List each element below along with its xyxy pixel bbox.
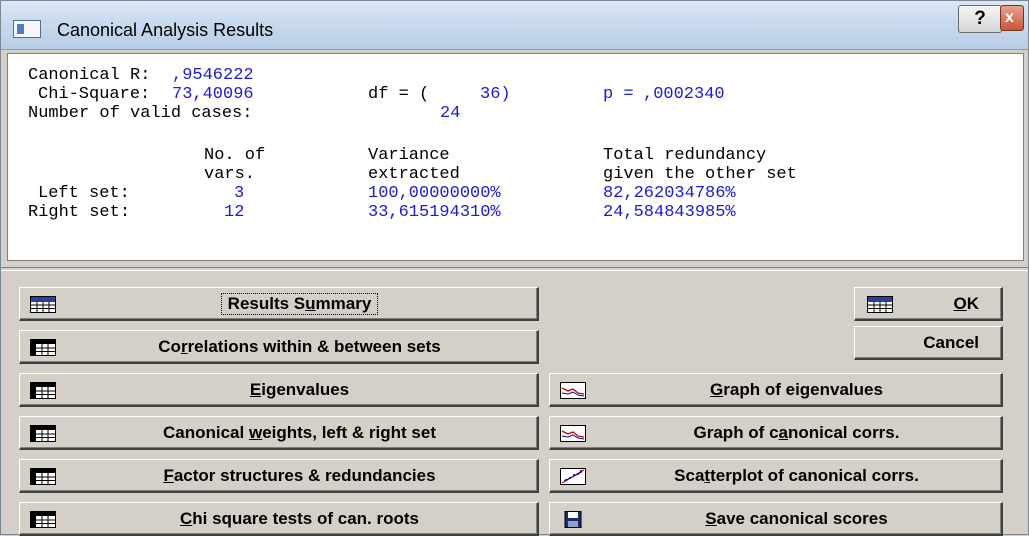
chi-square-value: 73,40096 [172, 85, 254, 104]
spreadsheet-icon [30, 339, 56, 356]
ok-accel: O [953, 293, 967, 313]
graph-canonical-corrs-label: Graph of c [693, 422, 779, 442]
title-bar: Canonical Analysis Results ? x [1, 1, 1028, 50]
df-value: 36) [480, 85, 511, 104]
spreadsheet-icon [30, 382, 56, 399]
graph-eigenvalues-label-rest: raph of eigenvalues [723, 379, 883, 399]
results-summary-label: Results S [227, 293, 306, 313]
right-set-variance: 33,615194310% [368, 203, 501, 222]
p-label: p = [603, 85, 634, 104]
chi-square-tests-accel: C [179, 508, 193, 528]
correlations-button[interactable]: Correlations within & between sets [19, 330, 539, 364]
left-set-vars: 3 [234, 184, 245, 203]
correlations-accel: r [180, 336, 188, 356]
scatterplot-label: Sca [674, 465, 705, 485]
factor-structures-label-rest: actor structures & redundancies [173, 465, 436, 485]
close-button[interactable]: x [1000, 5, 1024, 31]
chi-square-label: Chi-Square: [38, 85, 151, 104]
floppy-disk-icon [564, 511, 582, 528]
canonical-r-value: ,9546222 [172, 66, 254, 85]
factor-structures-accel: F [163, 465, 174, 485]
header-variance-1: Variance [368, 146, 450, 165]
header-redundancy-2: given the other set [603, 165, 797, 184]
scatterplot-icon [560, 468, 586, 485]
header-redundancy-1: Total redundancy [603, 146, 767, 165]
valid-cases-label: Number of valid cases: [28, 104, 253, 123]
header-vars-1: No. of [204, 146, 266, 165]
line-graph-icon [560, 425, 586, 442]
valid-cases-value: 24 [440, 104, 461, 123]
header-variance-2: extracted [368, 165, 460, 184]
chi-square-tests-button[interactable]: Chi square tests of can. roots [19, 502, 539, 536]
graph-canonical-corrs-label-rest: nonical corrs. [788, 422, 900, 442]
chi-square-tests-label-rest: hi square tests of can. roots [192, 508, 419, 528]
divider [1, 267, 1028, 271]
ok-button[interactable]: OK [854, 287, 1003, 321]
window-app-icon [13, 20, 41, 38]
canonical-weights-label-rest: eights, left & right set [262, 422, 436, 442]
canonical-weights-accel: w [248, 422, 263, 442]
eigenvalues-accel: E [249, 379, 262, 399]
save-scores-accel: S [705, 508, 717, 528]
save-scores-button[interactable]: Save canonical scores [549, 502, 1003, 536]
header-vars-2: vars. [204, 165, 256, 184]
ok-label-rest: K [966, 293, 979, 313]
correlations-label: Co [158, 336, 181, 356]
scatterplot-button[interactable]: Scatterplot of canonical corrs. [549, 459, 1003, 493]
left-set-label: Left set: [38, 184, 130, 203]
left-set-variance: 100,00000000% [368, 184, 501, 203]
right-set-vars: 12 [224, 203, 245, 222]
save-scores-label-rest: ave canonical scores [716, 508, 888, 528]
summary-grid-icon [30, 296, 56, 313]
right-set-redundancy: 24,584843985% [603, 203, 736, 222]
df-label: df = ( [368, 85, 430, 104]
help-button[interactable]: ? [958, 5, 1002, 33]
spreadsheet-icon [30, 511, 56, 528]
graph-canonical-corrs-button[interactable]: Graph of canonical corrs. [549, 416, 1003, 450]
window-title: Canonical Analysis Results [57, 20, 274, 40]
line-graph-icon [560, 382, 586, 399]
canonical-r-label: Canonical R: [28, 66, 151, 85]
factor-structures-button[interactable]: Factor structures & redundancies [19, 459, 539, 493]
results-text-pane: Canonical R: ,9546222 Chi-Square: 73,400… [7, 53, 1024, 261]
results-summary-accel: u [305, 293, 316, 313]
right-set-label: Right set: [28, 203, 131, 222]
cancel-label: Cancel [923, 332, 979, 352]
eigenvalues-button[interactable]: Eigenvalues [19, 373, 539, 407]
canonical-results-window: Canonical Analysis Results ? x Canonical… [0, 0, 1029, 536]
spreadsheet-icon [30, 468, 56, 485]
canonical-weights-label: Canonical [163, 422, 249, 442]
graph-eigenvalues-button[interactable]: Graph of eigenvalues [549, 373, 1003, 407]
graph-canonical-corrs-accel: a [778, 422, 788, 442]
p-value: ,0002340 [643, 85, 725, 104]
results-summary-button[interactable]: Results Summary [19, 287, 539, 321]
graph-eigenvalues-accel: G [710, 379, 724, 399]
correlations-label-rest: relations within & between sets [187, 336, 441, 356]
results-summary-label-rest: mmary [315, 293, 372, 313]
spreadsheet-icon [30, 425, 56, 442]
scatterplot-label-rest: terplot of canonical corrs. [710, 465, 919, 485]
eigenvalues-label-rest: igenvalues [261, 379, 350, 399]
left-set-redundancy: 82,262034786% [603, 184, 736, 203]
canonical-weights-button[interactable]: Canonical weights, left & right set [19, 416, 539, 450]
cancel-button[interactable]: Cancel [854, 326, 1003, 360]
